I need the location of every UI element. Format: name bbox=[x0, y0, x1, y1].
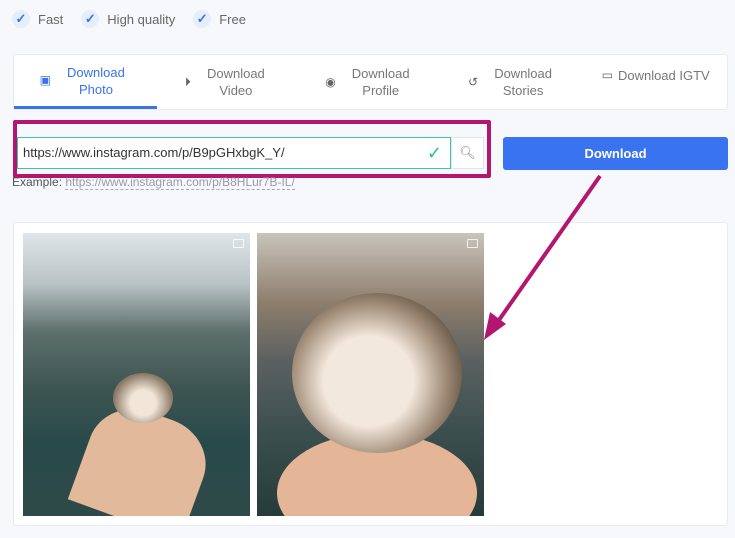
annotation-arrow bbox=[484, 174, 602, 340]
